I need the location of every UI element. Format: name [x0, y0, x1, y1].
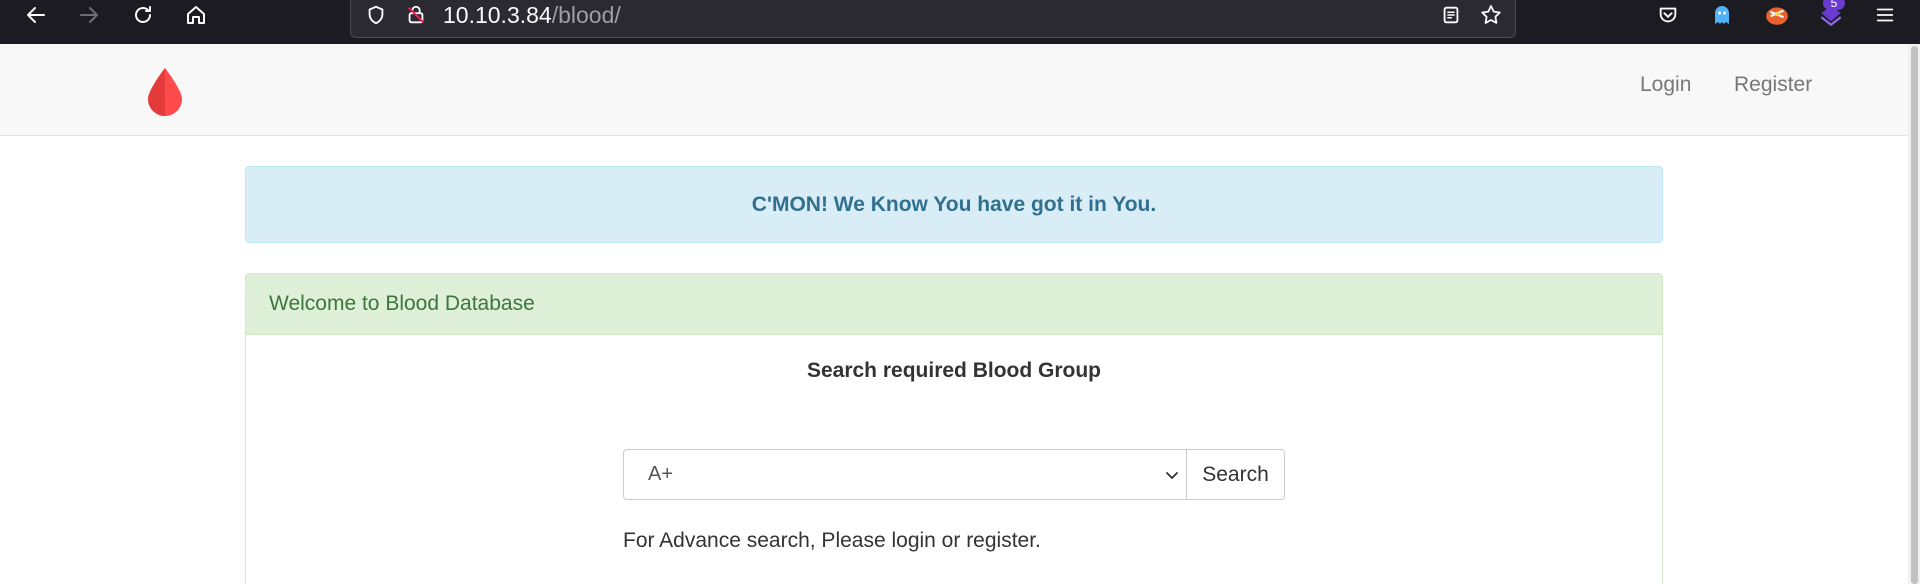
site-navbar: Login Register — [0, 44, 1908, 136]
scrollbar-thumb[interactable] — [1911, 46, 1918, 584]
reader-view-icon[interactable] — [1438, 2, 1464, 28]
login-link[interactable]: Login — [1640, 68, 1691, 102]
welcome-panel: Welcome to Blood Database Search require… — [245, 273, 1663, 584]
bookmark-star-icon[interactable] — [1478, 2, 1504, 28]
fox-extension-icon[interactable] — [1761, 0, 1793, 30]
address-bar[interactable]: 10.10.3.84/blood/ — [350, 0, 1516, 38]
back-button[interactable] — [18, 0, 54, 30]
tracking-shield-icon[interactable] — [363, 2, 389, 28]
url-host: 10.10.3.84 — [443, 2, 552, 28]
chevron-down-icon — [1166, 472, 1178, 479]
home-icon — [187, 6, 205, 24]
forward-button[interactable] — [71, 0, 107, 30]
forward-arrow-icon — [80, 7, 98, 23]
blood-group-select[interactable]: A+ — [623, 449, 1187, 500]
info-alert: C'MON! We Know You have got it in You. — [245, 166, 1663, 243]
search-button[interactable]: Search — [1186, 449, 1285, 500]
home-button[interactable] — [178, 0, 214, 30]
browser-toolbar: 10.10.3.84/blood/ 5 — [0, 0, 1920, 44]
insecure-lock-icon[interactable] — [403, 2, 429, 28]
menu-hamburger-icon[interactable] — [1869, 0, 1901, 30]
reload-button[interactable] — [125, 0, 161, 30]
extension-badge: 5 — [1823, 0, 1845, 10]
panel-heading: Welcome to Blood Database — [246, 274, 1662, 335]
blood-drop-logo-icon[interactable] — [146, 66, 184, 116]
pocket-icon[interactable] — [1652, 0, 1684, 30]
advance-search-note: For Advance search, Please login or regi… — [623, 529, 1041, 552]
search-heading: Search required Blood Group — [806, 359, 1102, 382]
url-path: /blood/ — [551, 2, 621, 28]
url-text: 10.10.3.84/blood/ — [443, 1, 621, 29]
reload-icon — [135, 6, 151, 23]
alert-message: C'MON! We Know You have got it in You. — [751, 192, 1157, 216]
panel-title: Welcome to Blood Database — [269, 292, 535, 315]
ghost-extension-icon[interactable] — [1706, 0, 1738, 30]
register-link[interactable]: Register — [1734, 68, 1812, 102]
blood-group-selected-value: A+ — [648, 463, 674, 485]
back-arrow-icon — [27, 7, 45, 23]
